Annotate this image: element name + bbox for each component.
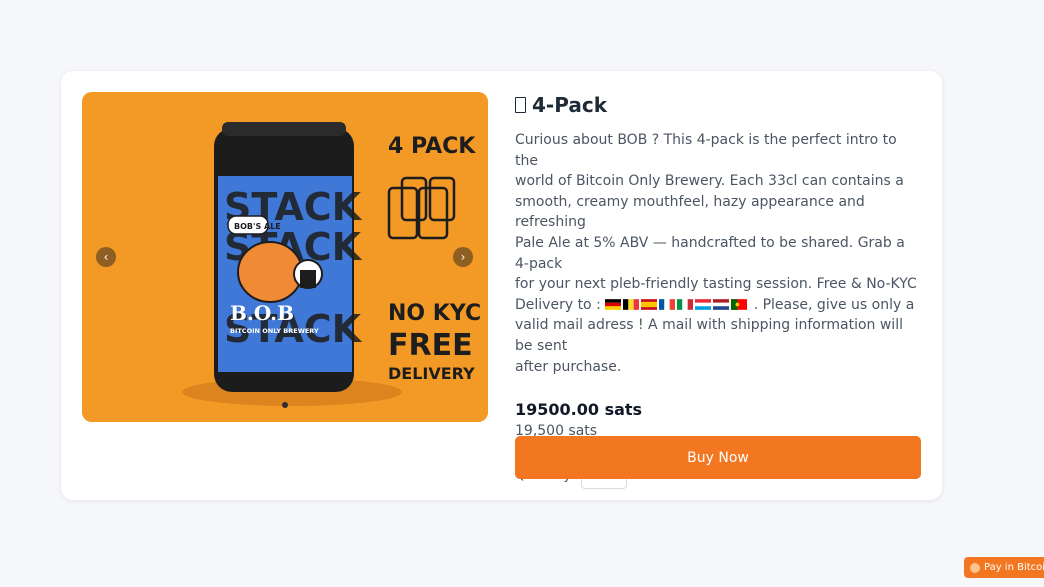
product-title: 4-Pack <box>515 92 921 118</box>
description-line: world of Bitcoin Only Brewery. Each 33cl… <box>515 173 904 190</box>
spain-flag-icon <box>641 298 658 310</box>
product-description: Curious about BOB ? This 4-pack is the p… <box>515 130 921 377</box>
description-line: Curious about BOB ? This 4-pack is the p… <box>515 132 897 169</box>
germany-flag-icon <box>605 298 622 310</box>
description-line: valid mail adress ! A mail with shipping… <box>515 317 903 354</box>
box-icon <box>515 97 526 113</box>
description-line: Pale Ale at 5% ABV — handcrafted to be s… <box>515 234 905 272</box>
carousel-dot-active[interactable] <box>282 402 288 408</box>
chevron-right-icon: › <box>460 250 466 264</box>
description-line: for your next pleb-friendly tasting sess… <box>515 276 917 293</box>
france-flag-icon <box>659 298 676 310</box>
product-image: STACK STACK STACK BOB'S ALE B.O.B BITCOI… <box>82 92 488 422</box>
luxembourg-flag-icon <box>695 298 712 310</box>
bitcoin-icon <box>970 562 980 573</box>
can-tag: BOB'S ALE <box>234 222 281 231</box>
belgium-flag-icon <box>623 298 640 310</box>
description-line: after purchase. <box>515 358 622 375</box>
chevron-left-icon: ‹ <box>103 250 109 264</box>
pack-text: 4 PACK <box>388 134 476 159</box>
can-sub: BITCOIN ONLY BREWERY <box>230 327 319 335</box>
product-price: 19500.00 sats <box>515 400 643 420</box>
product-card: STACK STACK STACK BOB'S ALE B.O.B BITCOI… <box>61 71 942 500</box>
carousel-prev-button[interactable]: ‹ <box>96 247 116 267</box>
can-label: B.O.B <box>230 301 294 325</box>
pay-badge-label: Pay in Bitcoin <box>984 562 1044 573</box>
pay-in-bitcoin-badge[interactable]: Pay in Bitcoin <box>964 557 1044 578</box>
promo-line-3: DELIVERY <box>388 364 475 383</box>
product-info: 4-Pack Curious about BOB ? This 4-pack i… <box>515 92 921 490</box>
portugal-flag-icon <box>731 298 748 310</box>
product-title-text: 4-Pack <box>532 93 607 117</box>
carousel-next-button[interactable]: › <box>453 247 473 267</box>
delivery-suffix: . Please, give us only a <box>753 296 915 313</box>
delivery-line: Delivery to : . Please, give us only a <box>515 295 921 316</box>
promo-line-2: FREE <box>388 328 473 363</box>
product-image-carousel: STACK STACK STACK BOB'S ALE B.O.B BITCOI… <box>82 92 488 422</box>
delivery-prefix: Delivery to : <box>515 296 601 313</box>
netherlands-flag-icon <box>713 298 730 310</box>
buy-now-button[interactable]: Buy Now <box>515 436 921 479</box>
italy-flag-icon <box>677 298 694 310</box>
carousel-dots <box>82 402 488 408</box>
promo-line-1: NO KYC <box>388 301 481 326</box>
description-line: smooth, creamy mouthfeel, hazy appearanc… <box>515 193 865 231</box>
